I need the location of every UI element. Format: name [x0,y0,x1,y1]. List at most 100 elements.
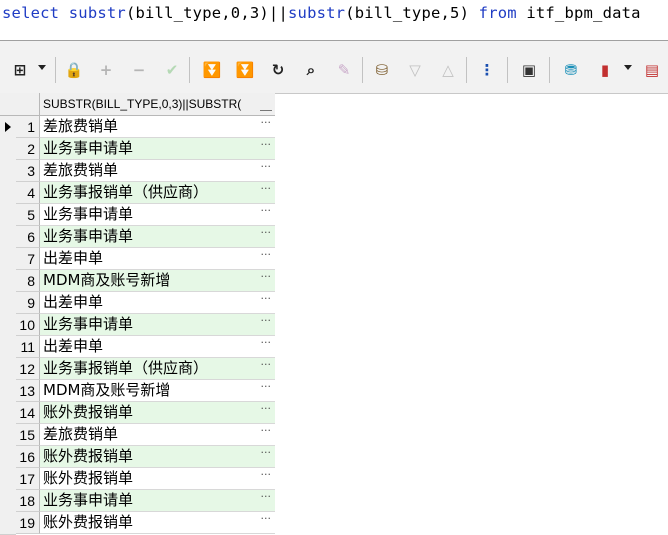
row-indicator[interactable] [0,402,16,425]
query-by-example-icon[interactable]: ⛁ [370,59,394,81]
cell-edit-button[interactable]: ··· [261,446,272,463]
row-indicator[interactable] [0,358,16,381]
cell-edit-button[interactable]: ··· [261,424,272,441]
dropdown-arrow-icon[interactable] [38,65,46,70]
row-indicator[interactable] [0,512,16,535]
cell-edit-button[interactable]: ··· [261,468,272,485]
row-indicator[interactable] [0,116,16,139]
table-cell[interactable]: 账外费报销单 ··· [39,446,275,468]
row-indicator[interactable] [0,160,16,183]
row-indicator[interactable] [0,314,16,337]
row-indicator[interactable] [0,336,16,359]
refresh-icon[interactable]: ↻ [266,59,290,81]
table-cell[interactable]: 出差申单 ··· [39,336,275,358]
column-header-button[interactable] [260,98,272,111]
table-row[interactable]: 11 出差申单 ··· [0,336,275,359]
cell-edit-button[interactable]: ··· [261,270,272,287]
table-cell[interactable]: 账外费报销单 ··· [39,468,275,490]
cell-edit-button[interactable]: ··· [261,402,272,419]
table-row[interactable]: 19 账外费报销单 ··· [0,512,275,535]
row-indicator[interactable] [0,468,16,491]
table-cell[interactable]: 差旅费销单 ··· [39,424,275,446]
explain-plan-icon[interactable]: ⋮ [475,59,499,81]
cell-value: 业务事申请单 [43,205,134,223]
cell-edit-button[interactable]: ··· [261,204,272,221]
table-row[interactable]: 2 业务事申请单 ··· [0,138,275,161]
table-cell[interactable]: MDM商及账号新增 ··· [39,380,275,402]
table-row[interactable]: 7 出差申单 ··· [0,248,275,271]
toolbar: ⊞ 🔒 + − ✔ ⏬ ⏬ ↻ ⌕ ✎ ⛁ ▽ △ ⋮ ▣ ⛃ ▮ ▤ [0,41,668,94]
row-indicator[interactable] [0,248,16,271]
table-row[interactable]: 6 业务事申请单 ··· [0,226,275,249]
export-icon[interactable]: ⛃ [559,59,583,81]
table-cell[interactable]: MDM商及账号新增 ··· [39,270,275,292]
table-cell[interactable]: 差旅费销单 ··· [39,160,275,182]
table-row[interactable]: 4 业务事报销单（供应商） ··· [0,182,275,205]
table-row[interactable]: 16 账外费报销单 ··· [0,446,275,469]
row-indicator[interactable] [0,182,16,205]
grid-options-icon[interactable]: ⊞ [8,59,32,81]
table-row[interactable]: 18 业务事申请单 ··· [0,490,275,513]
table-cell[interactable]: 业务事申请单 ··· [39,314,275,336]
single-record-view-icon[interactable]: ▤ [640,59,664,81]
chart-icon[interactable]: ▮ [593,59,617,81]
table-cell[interactable]: 业务事报销单（供应商） ··· [39,358,275,380]
row-indicator[interactable] [0,292,16,315]
cell-edit-button[interactable]: ··· [261,292,272,309]
row-indicator[interactable] [0,446,16,469]
row-indicator[interactable] [0,424,16,447]
table-cell[interactable]: 业务事申请单 ··· [39,204,275,226]
table-row[interactable]: 14 账外费报销单 ··· [0,402,275,425]
cell-edit-button[interactable]: ··· [261,226,272,243]
sql-token: substr [68,4,126,22]
table-cell[interactable]: 账外费报销单 ··· [39,512,275,534]
cell-edit-button[interactable]: ··· [261,160,272,177]
row-indicator[interactable] [0,138,16,161]
table-row[interactable]: 13 MDM商及账号新增 ··· [0,380,275,403]
save-icon[interactable]: ▣ [517,59,541,81]
row-indicator[interactable] [0,380,16,403]
lock-icon[interactable]: 🔒 [62,59,86,81]
cell-edit-button[interactable]: ··· [261,314,272,331]
sql-token: substr [288,4,346,22]
table-cell[interactable]: 业务事报销单（供应商） ··· [39,182,275,204]
cell-edit-button[interactable]: ··· [261,380,272,397]
table-row[interactable]: 5 业务事申请单 ··· [0,204,275,227]
table-cell[interactable]: 差旅费销单 ··· [39,116,275,138]
cell-edit-button[interactable]: ··· [261,490,272,507]
cell-edit-button[interactable]: ··· [261,116,272,133]
cell-edit-button[interactable]: ··· [261,182,272,199]
find-binoculars-icon[interactable]: ⌕ [299,59,323,81]
row-indicator[interactable] [0,204,16,227]
table-cell[interactable]: 出差申单 ··· [39,248,275,270]
table-cell[interactable]: 业务事申请单 ··· [39,226,275,248]
cell-edit-button[interactable]: ··· [261,138,272,155]
cell-value: 业务事申请单 [43,227,134,245]
dropdown-arrow-icon[interactable] [624,65,632,70]
table-row[interactable]: 10 业务事申请单 ··· [0,314,275,337]
cell-edit-button[interactable]: ··· [261,248,272,265]
table-row[interactable]: 17 账外费报销单 ··· [0,468,275,491]
table-row[interactable]: 15 差旅费销单 ··· [0,424,275,447]
table-cell[interactable]: 出差申单 ··· [39,292,275,314]
table-cell[interactable]: 业务事申请单 ··· [39,138,275,160]
table-cell[interactable]: 账外费报销单 ··· [39,402,275,424]
row-indicator[interactable] [0,226,16,249]
table-row[interactable]: 1 差旅费销单 ··· [0,116,275,139]
table-row[interactable]: 3 差旅费销单 ··· [0,160,275,183]
add-record-icon: + [99,60,113,79]
fetch-next-page-icon[interactable]: ⏬ [200,59,224,81]
fetch-last-page-icon[interactable]: ⏬ [233,59,257,81]
cell-edit-button[interactable]: ··· [261,336,272,353]
table-cell[interactable]: 业务事申请单 ··· [39,490,275,512]
cell-edit-button[interactable]: ··· [261,512,272,529]
table-row[interactable]: 8 MDM商及账号新增 ··· [0,270,275,293]
row-indicator[interactable] [0,270,16,293]
table-row[interactable]: 12 业务事报销单（供应商） ··· [0,358,275,381]
table-row[interactable]: 9 出差申单 ··· [0,292,275,315]
column-header[interactable]: SUBSTR(BILL_TYPE,0,3)||SUBSTR( [39,93,275,115]
row-indicator[interactable] [0,490,16,513]
cell-edit-button[interactable]: ··· [261,358,272,375]
sql-editor[interactable]: select substr(bill_type,0,3)||substr(bil… [0,0,668,41]
sql-query-text[interactable]: select substr(bill_type,0,3)||substr(bil… [2,4,641,22]
